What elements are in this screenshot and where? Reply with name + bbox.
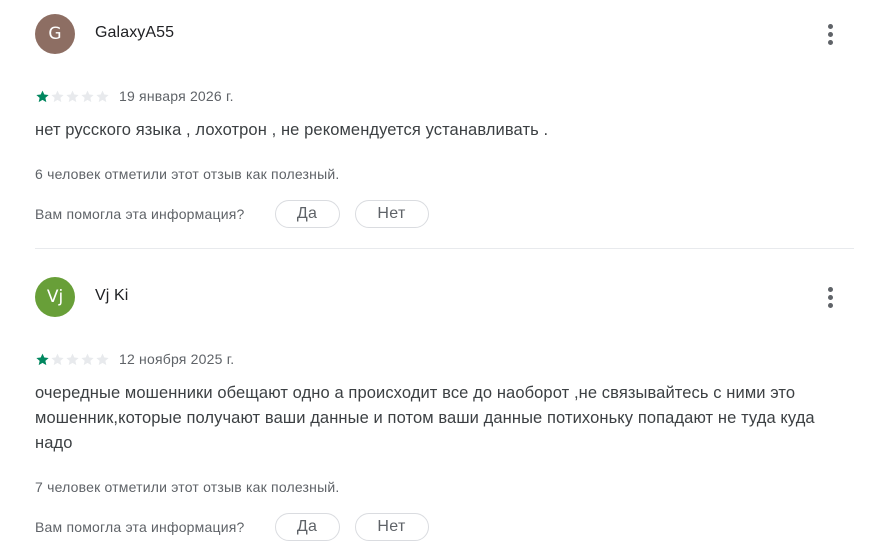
review-meta: 12 ноября 2025 г. [35,349,234,369]
yes-button[interactable]: Да [274,513,340,541]
no-button[interactable]: Нет [354,200,429,228]
star-filled-icon [36,353,49,365]
helpful-feedback: Вам помогла эта информация? Да Нет [35,199,429,229]
divider [35,248,854,249]
author-name: Vj Ki [95,287,129,304]
dot [827,31,833,37]
star-rating [35,352,110,367]
dot [827,294,833,300]
helpful-count: 6 человек отметили этот отзыв как полезн… [35,166,340,182]
dot [827,39,833,45]
star-empty-icon [81,90,94,102]
helpful-question: Вам помогла эта информация? [35,206,245,222]
star-empty-icon [66,353,79,365]
review-card: G GalaxyA55 19 января 2026 г. нет русско… [35,14,854,228]
star-rating [35,89,110,104]
review-text: нет русского языка , лохотрон , не реком… [35,121,549,139]
more-vert-icon[interactable] [812,17,848,51]
star-empty-icon [66,90,79,102]
review-header: Vj Vj Ki [35,277,854,317]
review-card: Vj Vj Ki 12 ноября 2025 г. очередные мош… [35,277,854,541]
star-empty-icon [96,90,109,102]
star-empty-icon [81,353,94,365]
avatar: Vj [35,277,75,317]
helpful-question: Вам помогла эта информация? [35,519,245,535]
yes-button[interactable]: Да [274,200,340,228]
helpful-count: 7 человек отметили этот отзыв как полезн… [35,479,340,495]
star-filled-icon [36,90,49,102]
dot [827,23,833,29]
author-name: GalaxyA55 [95,24,175,41]
review-meta: 19 января 2026 г. [35,86,234,106]
review-date: 19 января 2026 г. [119,88,234,104]
more-vert-icon[interactable] [812,280,848,314]
avatar: G [35,14,75,54]
dot [827,302,833,308]
review-text: очередные мошенники обещают одно а проис… [35,384,815,452]
star-empty-icon [96,353,109,365]
review-header: G GalaxyA55 [35,14,854,54]
star-empty-icon [51,353,64,365]
helpful-feedback: Вам помогла эта информация? Да Нет [35,512,429,542]
star-empty-icon [51,90,64,102]
review-date: 12 ноября 2025 г. [119,351,235,367]
dot [827,286,833,292]
no-button[interactable]: Нет [354,513,429,541]
